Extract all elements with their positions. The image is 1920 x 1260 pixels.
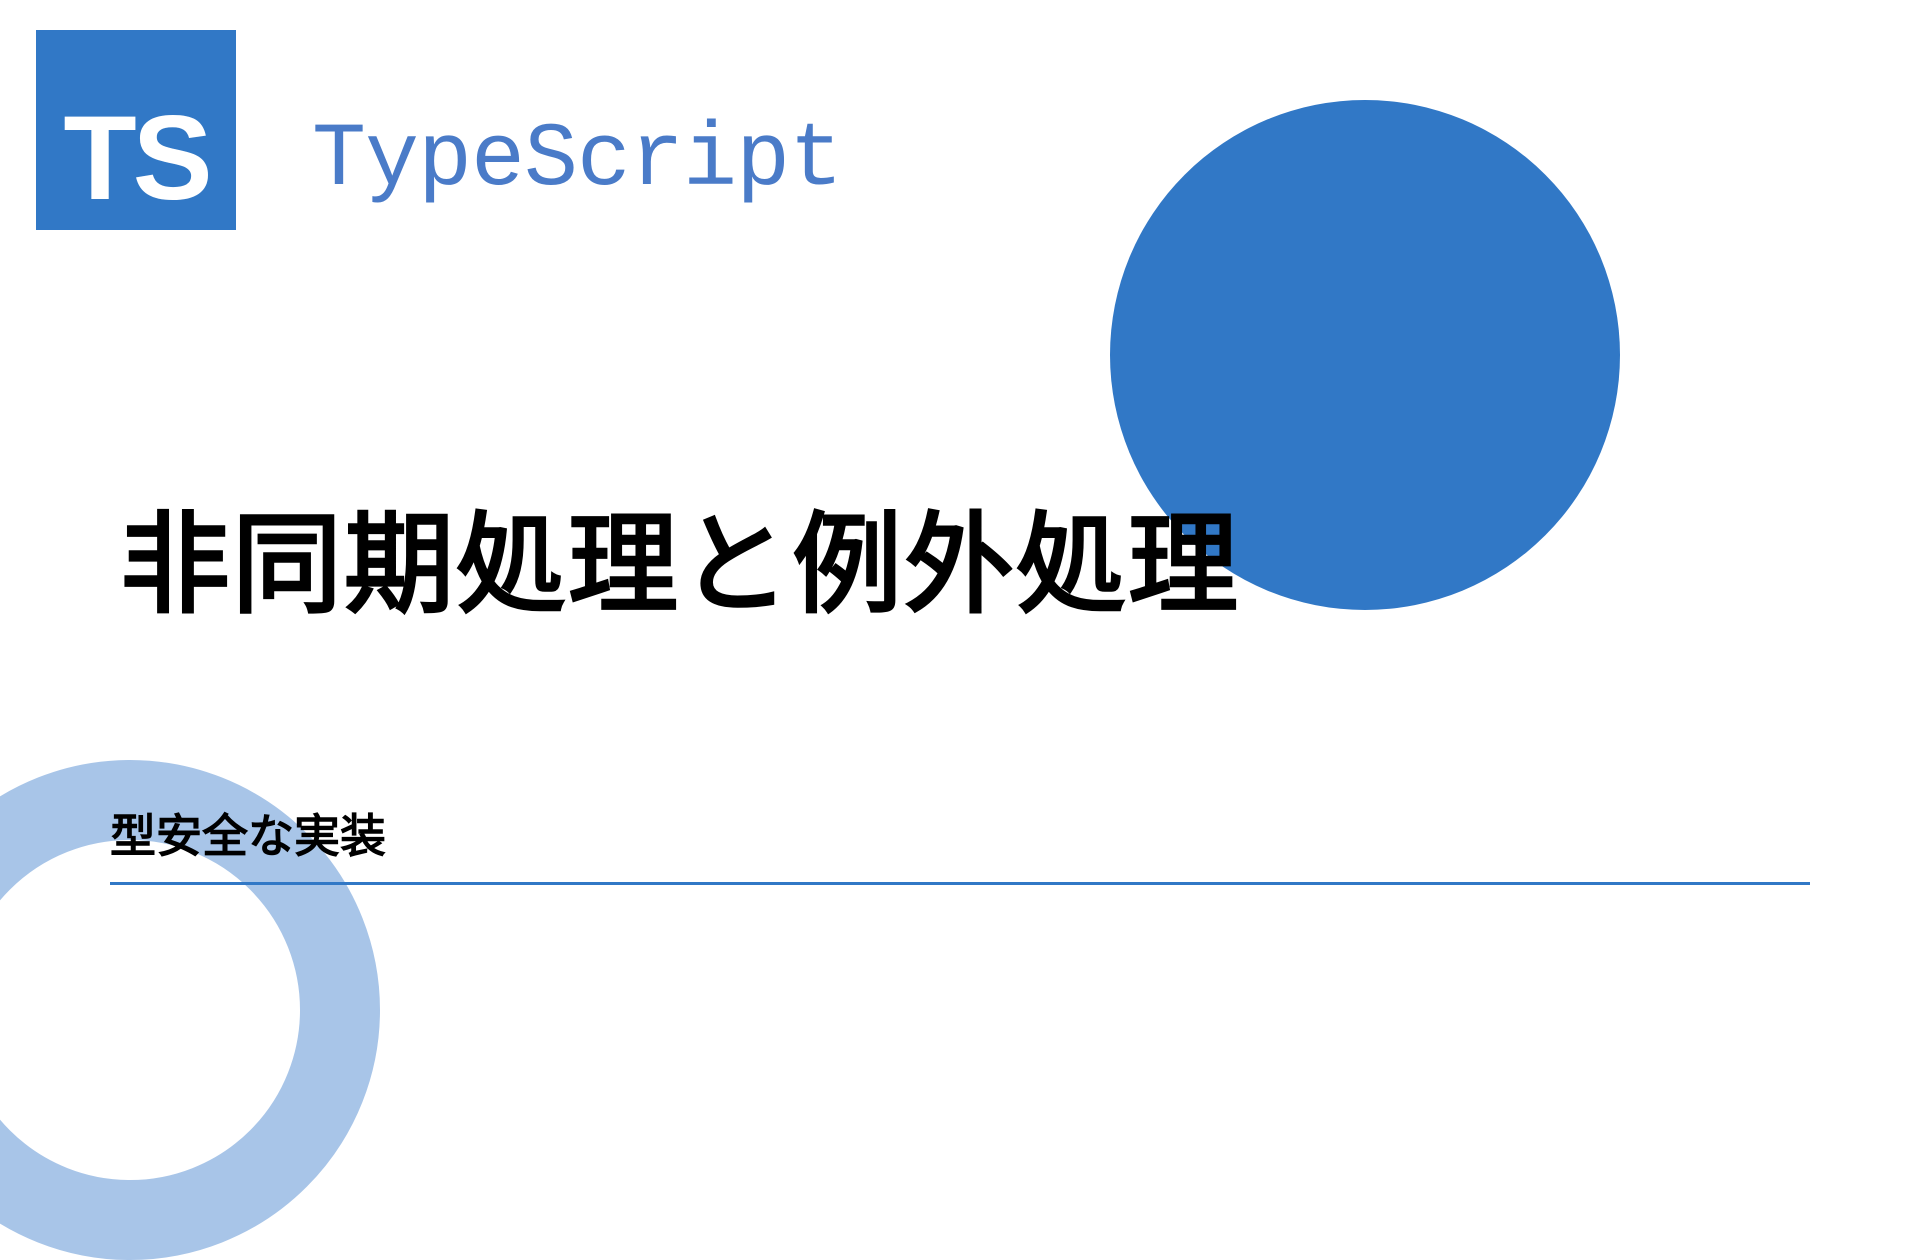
slide-container: TS TypeScript 非同期処理と例外処理 型安全な実装	[0, 0, 1920, 1080]
typescript-logo: TS	[36, 30, 236, 230]
slide-subtitle: 型安全な実装	[110, 800, 1810, 882]
brand-label: TypeScript	[312, 110, 842, 212]
slide-title: 非同期処理と例外処理	[120, 475, 1240, 635]
subtitle-section: 型安全な実装	[110, 800, 1810, 885]
logo-text: TS	[63, 98, 208, 218]
subtitle-underline	[110, 882, 1810, 885]
